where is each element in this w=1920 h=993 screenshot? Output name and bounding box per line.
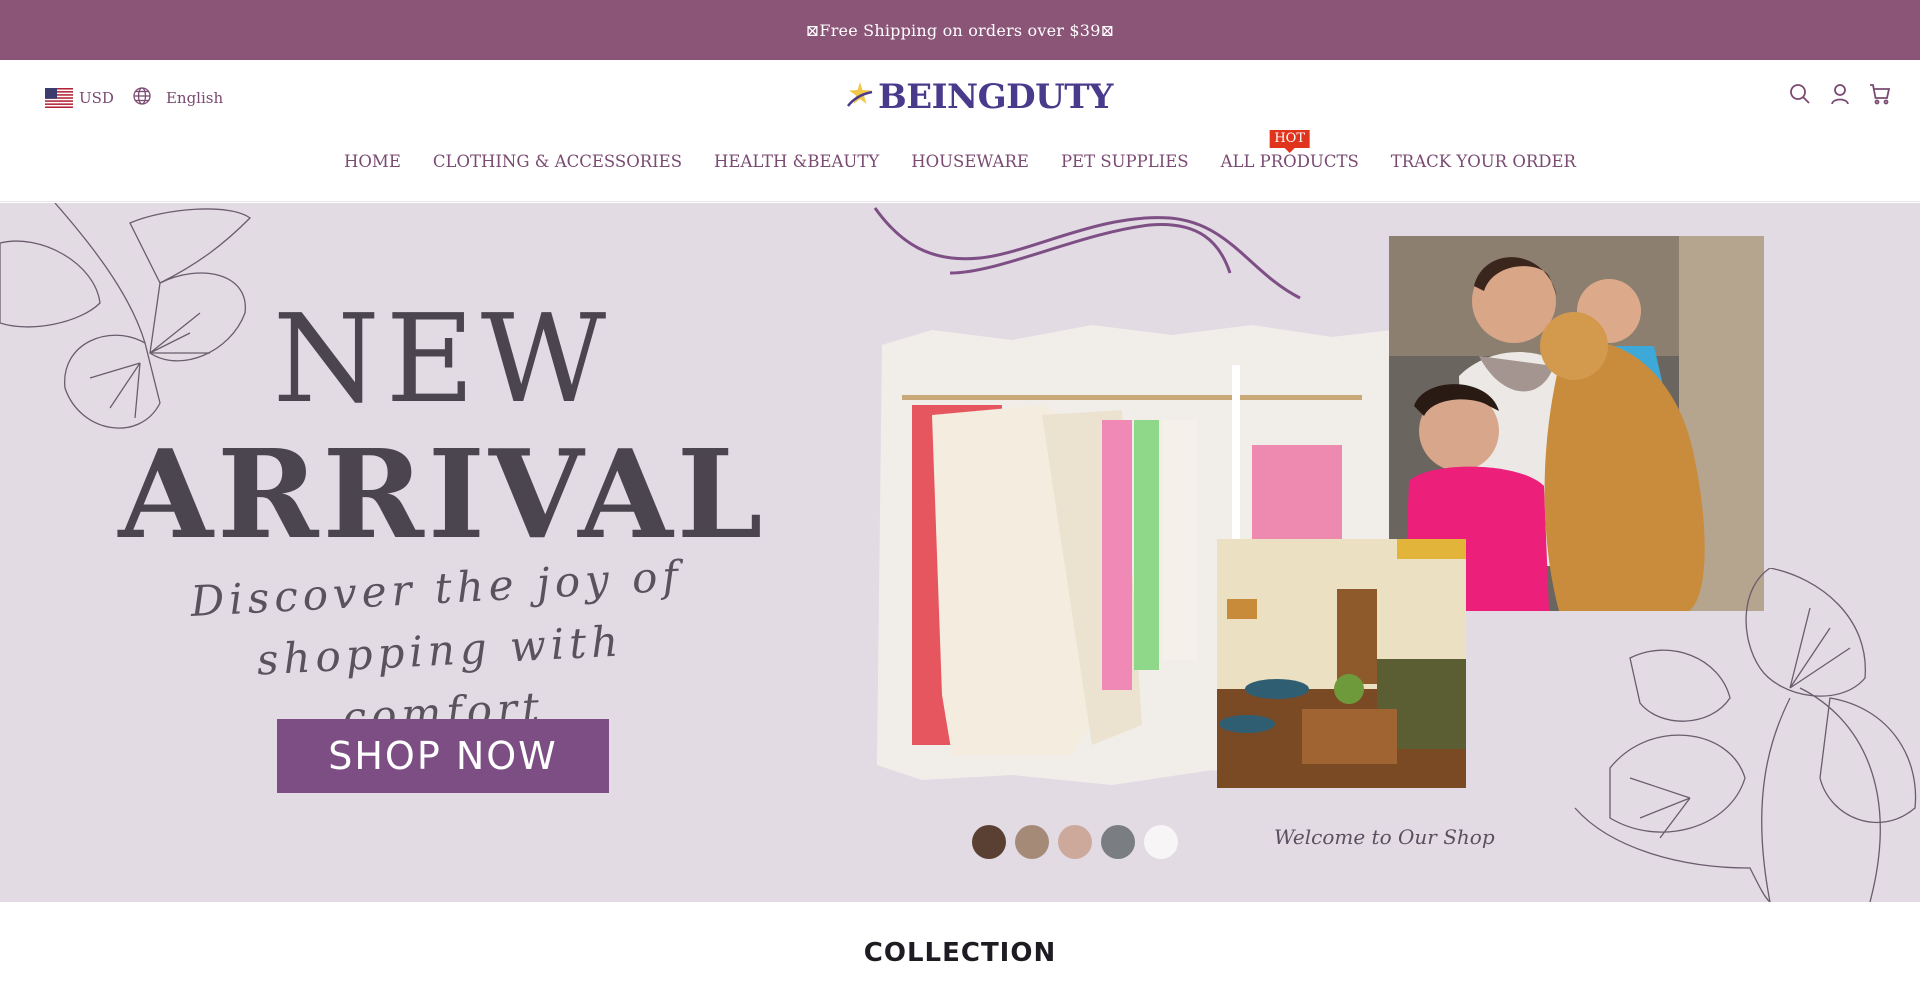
- site-header: USD English BEINGDUTY HOME CLOTHING & AC…: [0, 60, 1920, 202]
- currency-label: USD: [79, 89, 114, 107]
- globe-icon: [132, 86, 152, 110]
- living-room-photo: [1217, 539, 1466, 788]
- collection-heading: COLLECTION: [863, 938, 1057, 968]
- swirl-decoration: [870, 203, 1310, 317]
- nav-item-all-products[interactable]: HOT ALL PRODUCTS: [1221, 130, 1359, 171]
- nav-item-houseware[interactable]: HOUSEWARE: [911, 152, 1029, 171]
- hot-badge: HOT: [1269, 130, 1311, 153]
- nav-item-track-order[interactable]: TRACK YOUR ORDER: [1391, 152, 1576, 171]
- hero-banner[interactable]: NEW ARRIVAL Discover the joy of shopping…: [0, 203, 1920, 902]
- logo-wordmark: BEINGDUTY: [878, 77, 1113, 117]
- announcement-bar: ⊠Free Shipping on orders over $39⊠: [0, 0, 1920, 60]
- ginkgo-leaf-bottom-right-decoration: [1570, 567, 1920, 902]
- swatch-dark-brown[interactable]: [972, 825, 1006, 859]
- main-navigation: HOME CLOTHING & ACCESSORIES HEALTH &BEAU…: [0, 130, 1920, 171]
- nav-item-pet-supplies[interactable]: PET SUPPLIES: [1061, 152, 1189, 171]
- swatch-white[interactable]: [1144, 825, 1178, 859]
- site-logo[interactable]: BEINGDUTY: [846, 75, 1113, 119]
- header-icons: [1788, 82, 1892, 106]
- swatch-rose-beige[interactable]: [1058, 825, 1092, 859]
- account-icon[interactable]: [1828, 82, 1852, 106]
- us-flag-icon: [45, 88, 73, 108]
- language-label: English: [165, 89, 224, 107]
- swatch-taupe[interactable]: [1015, 825, 1049, 859]
- hero-headline-new: NEW: [272, 288, 613, 430]
- hero-headline-arrival: ARRIVAL: [118, 422, 767, 566]
- welcome-text: Welcome to Our Shop: [1274, 825, 1495, 849]
- search-icon[interactable]: [1788, 82, 1812, 106]
- locale-selector: USD English: [45, 86, 223, 110]
- language-selector[interactable]: English: [132, 86, 223, 110]
- color-swatches: [972, 825, 1178, 859]
- swatch-gray[interactable]: [1101, 825, 1135, 859]
- logo-star-icon: [846, 80, 874, 114]
- shop-now-button[interactable]: SHOP NOW: [277, 719, 609, 793]
- nav-item-home[interactable]: HOME: [344, 152, 401, 171]
- currency-selector[interactable]: USD: [45, 88, 114, 108]
- nav-item-health-beauty[interactable]: HEALTH &BEAUTY: [714, 152, 879, 171]
- announcement-text: ⊠Free Shipping on orders over $39⊠: [805, 20, 1115, 40]
- cart-icon[interactable]: [1868, 82, 1892, 106]
- nav-item-clothing-accessories[interactable]: CLOTHING & ACCESSORIES: [433, 152, 682, 171]
